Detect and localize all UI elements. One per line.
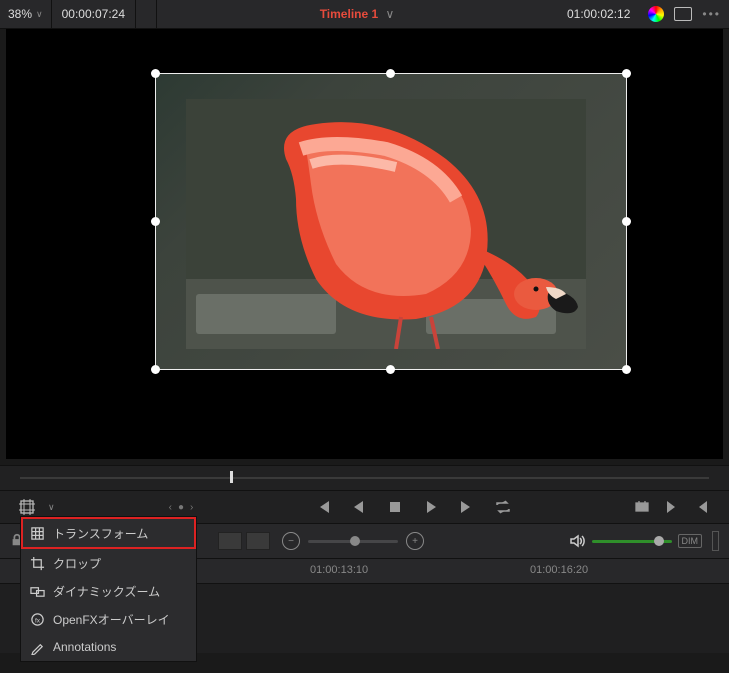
timeline-title[interactable]: Timeline 1 ∨: [157, 7, 557, 21]
dim-button[interactable]: DIM: [678, 534, 703, 548]
volume-slider-track[interactable]: [592, 540, 672, 543]
menu-label-crop: クロップ: [53, 555, 101, 572]
playback-controls: [314, 498, 512, 516]
view-mode-thumbs[interactable]: [218, 532, 270, 550]
menu-item-openfx[interactable]: fx OpenFXオーバーレイ: [21, 605, 196, 633]
nav-markers: ‹ ● ›: [169, 502, 194, 513]
scrubber[interactable]: [0, 465, 729, 491]
view-thumb-1[interactable]: [218, 532, 242, 550]
viewer[interactable]: [6, 29, 723, 459]
crop-icon: [29, 556, 45, 571]
zoom-dropdown[interactable]: 38% ∨: [0, 7, 51, 21]
view-thumb-2[interactable]: [246, 532, 270, 550]
handle-bottom-right[interactable]: [622, 365, 631, 374]
chevron-down-icon: ∨: [36, 9, 43, 20]
menu-label-dynamic-zoom: ダイナミックズーム: [53, 583, 160, 600]
handle-top-right[interactable]: [622, 69, 631, 78]
timeline-title-label: Timeline 1: [320, 7, 378, 21]
match-frame-button[interactable]: [633, 498, 651, 516]
speaker-icon[interactable]: [568, 532, 586, 550]
menu-item-annotations[interactable]: Annotations: [21, 633, 196, 661]
top-bar: 38% ∨ 00:00:07:24 Timeline 1 ∨ 01:00:02:…: [0, 0, 729, 29]
zoom-slider-track[interactable]: [308, 540, 398, 543]
next-clip-button[interactable]: [663, 498, 681, 516]
nav-next[interactable]: ›: [190, 502, 193, 513]
menu-label-transform: トランスフォーム: [53, 525, 148, 542]
overlay-mode-menu: トランスフォーム クロップ ダイナミックズーム fx OpenFXオーバーレイ …: [20, 516, 197, 662]
stop-button[interactable]: [386, 498, 404, 516]
handle-bottom-left[interactable]: [151, 365, 160, 374]
zoom-in-button[interactable]: +: [406, 532, 424, 550]
record-timecode[interactable]: 01:00:02:12: [557, 7, 640, 21]
zoom-out-button[interactable]: −: [282, 532, 300, 550]
clip-frame[interactable]: [156, 74, 626, 369]
dynamic-zoom-icon: [29, 584, 45, 599]
zoom-value: 38%: [8, 7, 32, 21]
transform-bounding-box[interactable]: [155, 73, 627, 370]
transform-icon: [29, 526, 45, 541]
handle-bottom-mid[interactable]: [386, 365, 395, 374]
first-frame-button[interactable]: [314, 498, 332, 516]
empty-tab[interactable]: [136, 0, 157, 28]
timeline-zoom: − +: [282, 532, 424, 550]
menu-item-crop[interactable]: クロップ: [21, 549, 196, 577]
last-frame-button[interactable]: [458, 498, 476, 516]
audio-meter: [712, 531, 719, 551]
zoom-slider-knob[interactable]: [350, 536, 360, 546]
menu-label-annotations: Annotations: [53, 640, 116, 654]
handle-mid-left[interactable]: [151, 217, 160, 226]
playhead[interactable]: [230, 471, 233, 483]
transform-mode-chevron-icon[interactable]: ∨: [48, 502, 55, 513]
volume-slider-knob[interactable]: [654, 536, 664, 546]
ruler-label-2: 01:00:16:20: [530, 564, 588, 576]
scrub-track[interactable]: [20, 477, 709, 479]
color-wheel-icon[interactable]: [648, 6, 664, 22]
play-reverse-button[interactable]: [350, 498, 368, 516]
menu-item-transform[interactable]: トランスフォーム: [21, 517, 196, 549]
menu-label-openfx: OpenFXオーバーレイ: [53, 611, 170, 628]
handle-top-left[interactable]: [151, 69, 160, 78]
loop-button[interactable]: [494, 498, 512, 516]
top-right-icons: •••: [640, 6, 729, 22]
svg-text:fx: fx: [34, 617, 40, 624]
transform-mode-button[interactable]: [18, 498, 36, 516]
source-timecode[interactable]: 00:00:07:24: [51, 0, 136, 28]
prev-clip-button[interactable]: [693, 498, 711, 516]
openfx-icon: fx: [29, 612, 45, 627]
ruler-label-1: 01:00:13:10: [310, 564, 368, 576]
more-icon[interactable]: •••: [702, 7, 721, 21]
annotations-icon: [29, 640, 45, 655]
handle-mid-right[interactable]: [622, 217, 631, 226]
nav-dot[interactable]: ●: [178, 502, 184, 513]
volume-control: DIM: [568, 531, 720, 551]
chevron-down-icon: ∨: [386, 7, 395, 21]
nav-prev[interactable]: ‹: [169, 502, 172, 513]
play-button[interactable]: [422, 498, 440, 516]
handle-top-mid[interactable]: [386, 69, 395, 78]
monitor-icon[interactable]: [674, 7, 692, 21]
menu-item-dynamic-zoom[interactable]: ダイナミックズーム: [21, 577, 196, 605]
